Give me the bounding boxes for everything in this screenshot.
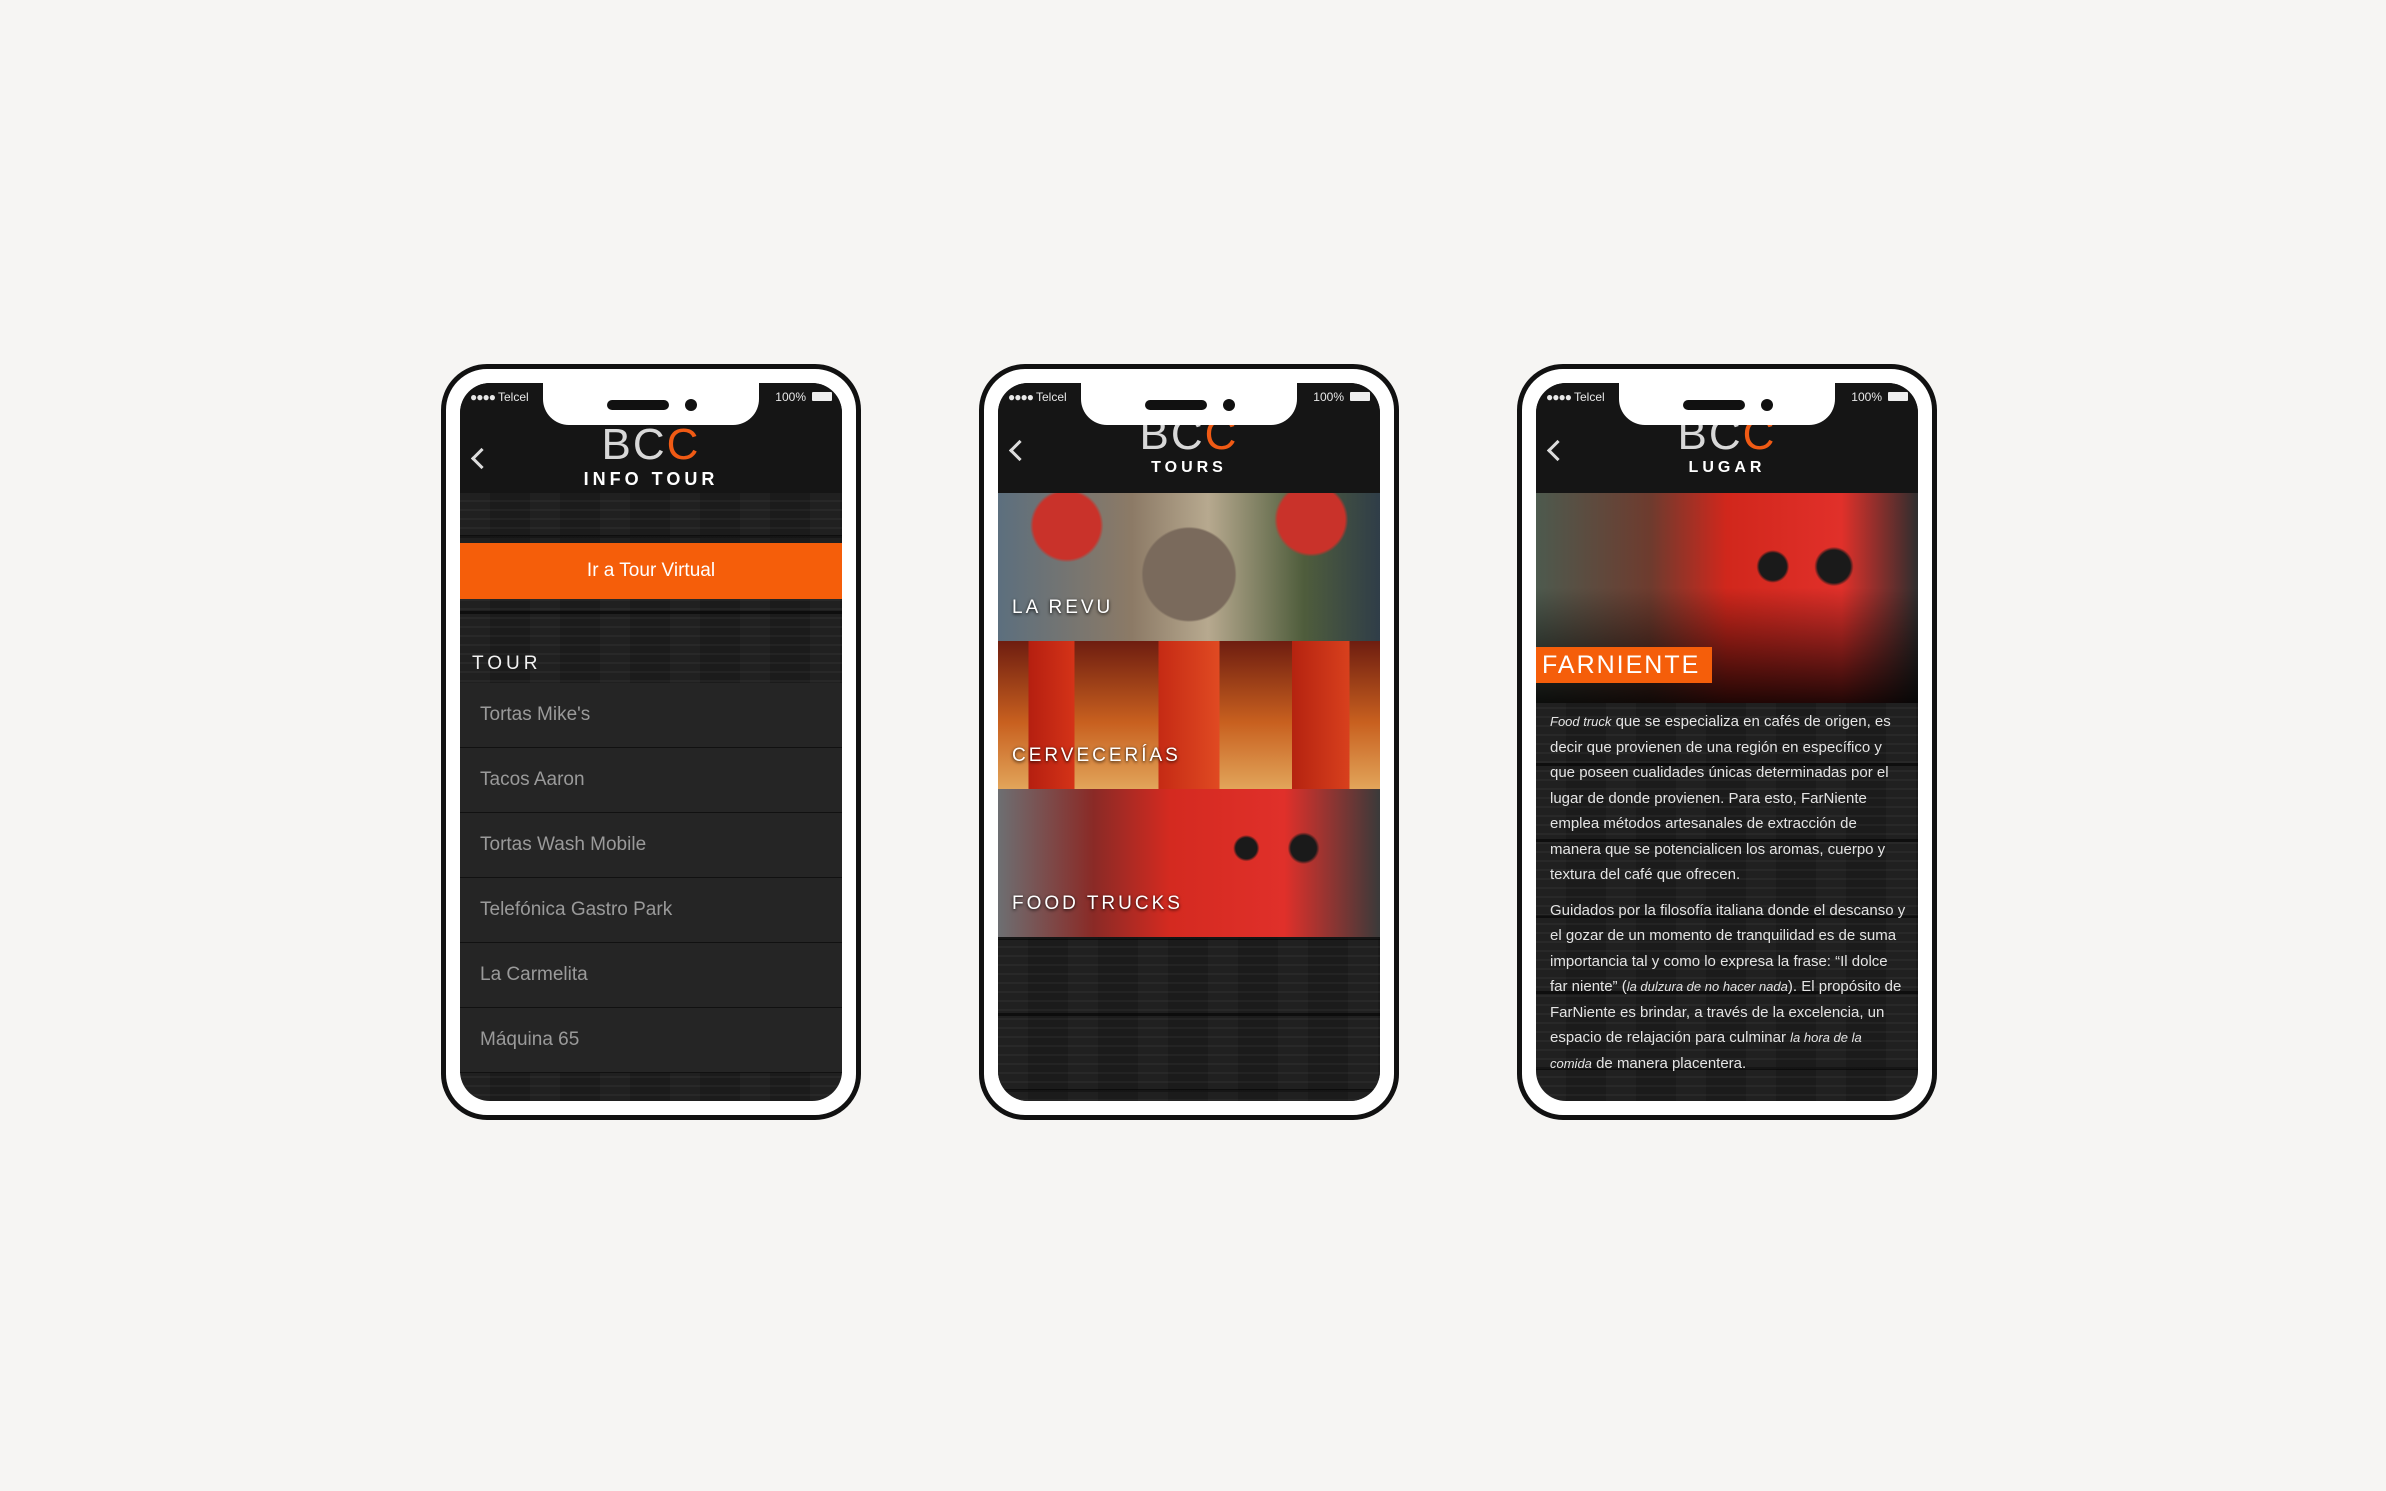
battery-icon — [1888, 392, 1908, 401]
place-name-badge: FARNIENTE — [1536, 647, 1713, 683]
speaker-icon — [1683, 400, 1745, 410]
screen-lugar: ●●●● Telcel 100% BCC LUGAR FARNIENTE Food… — [1536, 383, 1918, 1101]
battery-icon — [812, 392, 832, 401]
battery-level: 100% — [1313, 390, 1344, 404]
carrier-name: Telcel — [1574, 390, 1605, 404]
battery-level: 100% — [775, 390, 806, 404]
phone-tours: ●●●● Telcel 100% BCC TOURS LA REVU CERVEC… — [979, 364, 1399, 1120]
virtual-tour-button[interactable]: Ir a Tour Virtual — [460, 543, 842, 599]
page-title: LUGAR — [1688, 459, 1766, 476]
speaker-icon — [607, 400, 669, 410]
phone-lugar: ●●●● Telcel 100% BCC LUGAR FARNIENTE Food… — [1517, 364, 1937, 1120]
screen-info-tour: ●●●● Telcel 100% BCC INFO TOUR Ir a Tour … — [460, 383, 842, 1101]
place-description: Food truck que se especializa en cafés d… — [1550, 709, 1906, 1086]
camera-icon — [685, 399, 697, 411]
description-paragraph: Food truck que se especializa en cafés d… — [1550, 713, 1891, 883]
carrier-name: Telcel — [1036, 390, 1067, 404]
list-item[interactable]: Tacos Aaron — [460, 748, 842, 813]
tile-label: FOOD TRUCKS — [1012, 893, 1183, 914]
app-logo: BCC — [601, 423, 701, 467]
list-item[interactable]: Tortas Mike's — [460, 683, 842, 748]
description-paragraph: Guidados por la filosofía italiana donde… — [1550, 901, 1906, 1072]
tile-label: LA REVU — [1012, 597, 1114, 618]
signal-icon: ●●●● — [1008, 390, 1034, 404]
phone-notch — [1081, 383, 1297, 425]
list-item[interactable]: La Carmelita — [460, 943, 842, 1008]
page-title: INFO TOUR — [583, 469, 719, 489]
list-item[interactable]: Máquina 65 — [460, 1008, 842, 1073]
signal-icon: ●●●● — [1546, 390, 1572, 404]
tour-list: Tortas Mike's Tacos Aaron Tortas Wash Mo… — [460, 683, 842, 1073]
tour-tile-cervecerias[interactable]: CERVECERÍAS — [998, 641, 1380, 789]
tile-label: CERVECERÍAS — [1012, 745, 1181, 766]
list-item[interactable]: Tortas Wash Mobile — [460, 813, 842, 878]
page-title: TOURS — [1151, 459, 1227, 476]
signal-icon: ●●●● — [470, 390, 496, 404]
phone-info-tour: ●●●● Telcel 100% BCC INFO TOUR Ir a Tour … — [441, 364, 861, 1120]
camera-icon — [1223, 399, 1235, 411]
background-wood — [998, 937, 1380, 1101]
tour-tile-food-trucks[interactable]: FOOD TRUCKS — [998, 789, 1380, 937]
list-item[interactable]: Telefónica Gastro Park — [460, 878, 842, 943]
camera-icon — [1761, 399, 1773, 411]
battery-level: 100% — [1851, 390, 1882, 404]
carrier-name: Telcel — [498, 390, 529, 404]
screen-tours: ●●●● Telcel 100% BCC TOURS LA REVU CERVEC… — [998, 383, 1380, 1101]
section-label-tour: TOUR — [472, 653, 542, 674]
phone-notch — [543, 383, 759, 425]
tour-tile-la-revu[interactable]: LA REVU — [998, 493, 1380, 641]
battery-icon — [1350, 392, 1370, 401]
speaker-icon — [1145, 400, 1207, 410]
phone-notch — [1619, 383, 1835, 425]
